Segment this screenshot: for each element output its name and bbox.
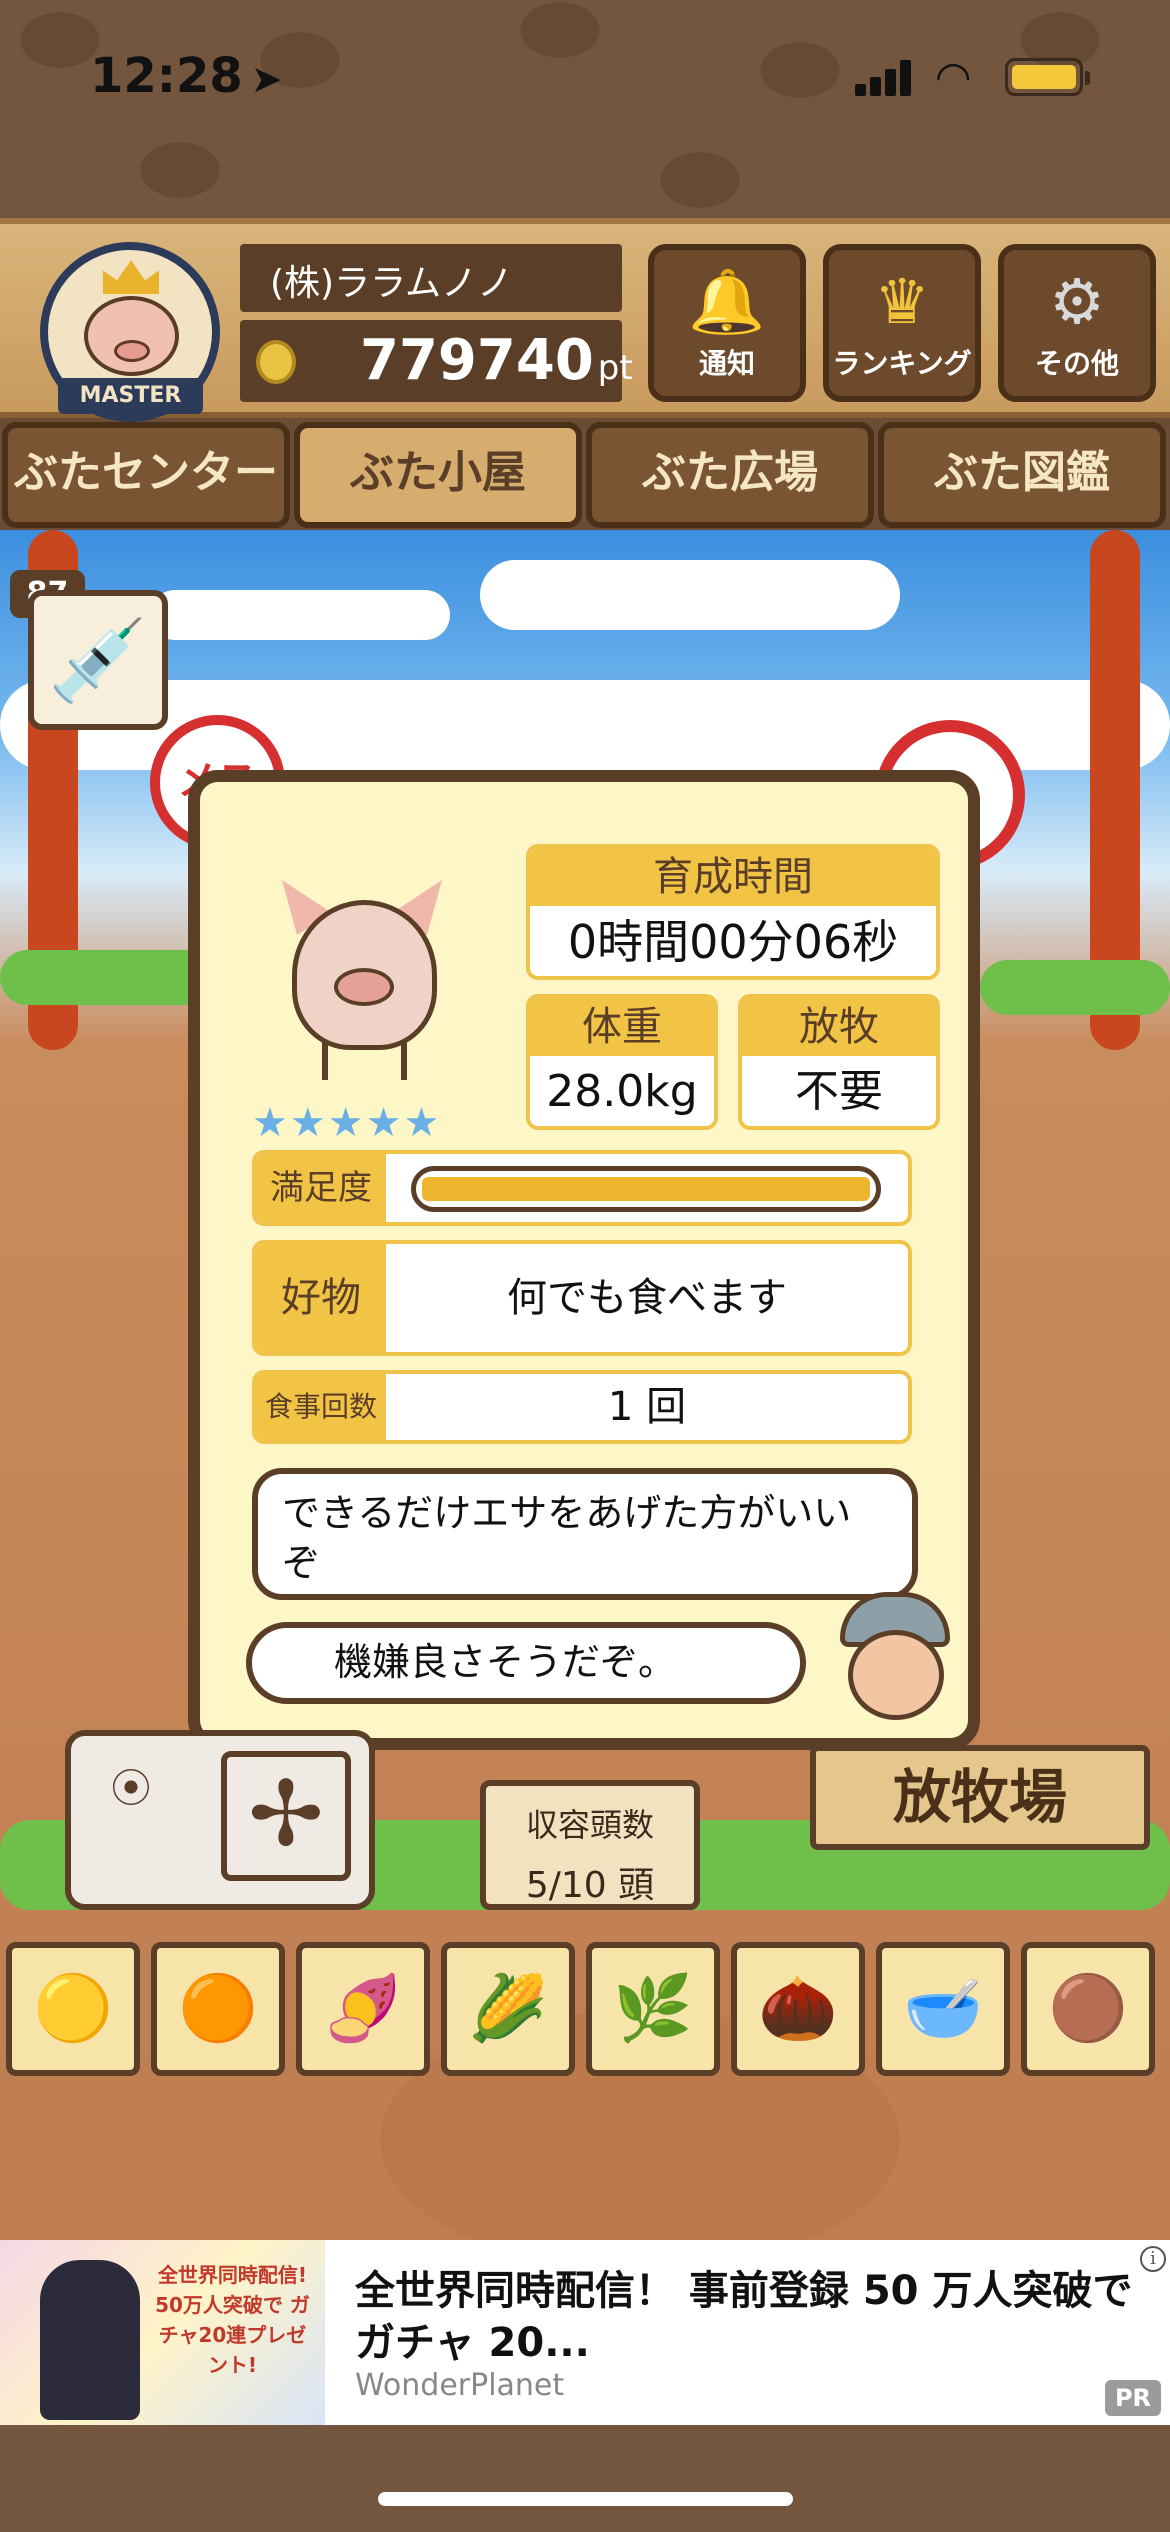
grass bbox=[0, 950, 220, 1005]
tab-buta-hiroba[interactable]: ぶた広場 bbox=[586, 422, 874, 528]
ad-promo-text: 全世界同時配信! 50万人突破で ガチャ20連プレゼント! bbox=[155, 2263, 310, 2377]
points-box: 779740 pt bbox=[240, 320, 633, 402]
ad-title: 全世界同時配信！ 事前登録 50 万人突破でガチャ 20... bbox=[355, 2268, 1133, 2366]
satisfaction-bar bbox=[411, 1166, 881, 1212]
location-arrow-icon: ➤ bbox=[250, 57, 283, 101]
points-unit: pt bbox=[597, 348, 633, 388]
points-value: 779740 pt bbox=[360, 328, 633, 393]
cellular-signal-icon bbox=[855, 60, 915, 96]
main-tabs: ぶたセンター ぶた小屋 ぶた広場 ぶた図鑑 bbox=[0, 422, 1170, 532]
header-panel: MASTER (株)ララムノノ 779740 pt 🔔 通知 ♛ ランキング ⚙ … bbox=[0, 218, 1170, 422]
game-screen: 12:28➤ ◠ MASTER (株)ララムノノ 779740pt 🔔 通知 bbox=[0, 0, 1170, 2532]
master-badge[interactable]: MASTER bbox=[40, 242, 220, 422]
rank-stars: ★★★★★ bbox=[252, 1100, 442, 1146]
crown-icon bbox=[103, 260, 159, 294]
ad-image: 全世界同時配信! 50万人突破で ガチャ20連プレゼント! bbox=[0, 2240, 325, 2425]
status-time: 12:28 ➤ bbox=[90, 48, 283, 104]
weight-header: 体重 bbox=[530, 998, 714, 1056]
ad-brand: WonderPlanet bbox=[355, 2368, 565, 2403]
favorite-label: 好物 bbox=[256, 1244, 386, 1352]
weight-value: 28.0kg bbox=[546, 1066, 698, 1117]
notification-button[interactable]: 🔔 通知 bbox=[648, 244, 806, 402]
notification-label: 通知 bbox=[698, 347, 755, 380]
ad-character bbox=[40, 2260, 140, 2420]
points-number: 779740 bbox=[360, 328, 594, 393]
syringe-icon: 💉 bbox=[48, 614, 148, 707]
food-slot[interactable]: 🟡 bbox=[6, 1942, 140, 2076]
other-button[interactable]: ⚙ その他 bbox=[998, 244, 1156, 402]
favorite-row: 好物 何でも食べます bbox=[252, 1240, 912, 1356]
rearing-time-box: 育成時間 0時間00分06秒 bbox=[526, 844, 940, 980]
food-slot[interactable]: 🟠 bbox=[151, 1942, 285, 2076]
bell-icon: 🔔 bbox=[688, 265, 766, 338]
gear-icon: ⚙ bbox=[1049, 265, 1105, 338]
grass bbox=[980, 960, 1170, 1015]
company-name: (株)ララムノノ bbox=[270, 263, 514, 304]
cloud bbox=[150, 590, 450, 640]
meals-row: 食事回数 1 回 bbox=[252, 1370, 912, 1444]
pig-face-icon bbox=[84, 296, 179, 376]
control-panel[interactable]: ⦿ ✢ bbox=[65, 1730, 375, 1910]
weight-box: 体重 28.0kg bbox=[526, 994, 718, 1130]
food-slot[interactable]: 🥣 bbox=[876, 1942, 1010, 2076]
tab-buta-koya[interactable]: ぶた小屋 bbox=[294, 422, 582, 528]
master-label: MASTER bbox=[58, 378, 203, 414]
capacity-value: 5/10 頭 bbox=[525, 1865, 655, 1906]
gauge-icon: ⦿ bbox=[111, 1766, 151, 1812]
coin-icon bbox=[256, 340, 296, 384]
food-slot[interactable]: 🟤 bbox=[1021, 1942, 1155, 2076]
cloud bbox=[480, 560, 900, 630]
farmer-avatar bbox=[830, 1592, 960, 1722]
meals-value: 1 回 bbox=[607, 1384, 687, 1430]
grazing-value: 不要 bbox=[795, 1066, 883, 1117]
food-slot[interactable]: 🌿 bbox=[586, 1942, 720, 2076]
grazing-box: 放牧 不要 bbox=[738, 994, 940, 1130]
rearing-time-value: 0時間00分06秒 bbox=[567, 915, 899, 969]
syringe-button[interactable]: 💉 bbox=[28, 590, 168, 730]
food-slot[interactable]: 🍠 bbox=[296, 1942, 430, 2076]
battery-icon bbox=[1005, 58, 1090, 96]
advice-bubble: できるだけエサをあげた方がいいぞ bbox=[252, 1468, 918, 1600]
ad-info-icon[interactable]: i bbox=[1140, 2246, 1166, 2272]
pig-image bbox=[272, 880, 452, 1090]
status-bar: 12:28 ➤ ◠ bbox=[0, 0, 1170, 140]
food-slot[interactable]: 🌰 bbox=[731, 1942, 865, 2076]
favorite-value: 何でも食べます bbox=[507, 1275, 787, 1321]
capacity-title: 収容頭数 bbox=[525, 1806, 654, 1844]
time-text: 12:28 bbox=[90, 48, 243, 104]
pig-info-panel: ★★★★★ 育成時間 0時間00分06秒 体重 28.0kg 放牧 不要 満足度… bbox=[188, 770, 980, 1750]
tab-buta-zukan[interactable]: ぶた図鑑 bbox=[878, 422, 1166, 528]
ad-banner[interactable]: 全世界同時配信! 50万人突破で ガチャ20連プレゼント! 全世界同時配信！ 事… bbox=[0, 2240, 1170, 2425]
ad-pr-badge: PR bbox=[1105, 2380, 1161, 2416]
mood-bubble: 機嫌良さそうだぞ。 bbox=[246, 1622, 806, 1704]
food-bar: 🟡 🟠 🍠 🌽 🌿 🌰 🥣 🟤 bbox=[0, 1930, 1170, 2080]
pig-legs bbox=[322, 1040, 407, 1080]
bottom-background bbox=[0, 2425, 1170, 2532]
ranking-button[interactable]: ♛ ランキング bbox=[823, 244, 981, 402]
company-box: (株)ララムノノ bbox=[240, 244, 622, 312]
home-indicator[interactable] bbox=[378, 2492, 793, 2506]
satisfaction-bar-fill bbox=[422, 1177, 870, 1201]
rearing-time-header: 育成時間 bbox=[530, 848, 936, 906]
capacity-sign: 収容頭数 5/10 頭 bbox=[480, 1780, 700, 1910]
satisfaction-label: 満足度 bbox=[256, 1154, 386, 1222]
food-slot[interactable]: 🌽 bbox=[441, 1942, 575, 2076]
pasture-button[interactable]: 放牧場 bbox=[810, 1745, 1150, 1850]
satisfaction-row: 満足度 bbox=[252, 1150, 912, 1226]
pig-snout bbox=[334, 968, 394, 1006]
tab-buta-center[interactable]: ぶたセンター bbox=[2, 422, 290, 528]
wifi-icon: ◠ bbox=[935, 52, 972, 101]
meals-label: 食事回数 bbox=[256, 1374, 386, 1440]
farmer-face bbox=[848, 1630, 944, 1720]
grazing-header: 放牧 bbox=[742, 998, 936, 1056]
fan-icon: ✢ bbox=[221, 1751, 351, 1881]
ranking-label: ランキング bbox=[832, 347, 972, 380]
crown-icon: ♛ bbox=[874, 265, 930, 338]
other-label: その他 bbox=[1034, 347, 1119, 380]
